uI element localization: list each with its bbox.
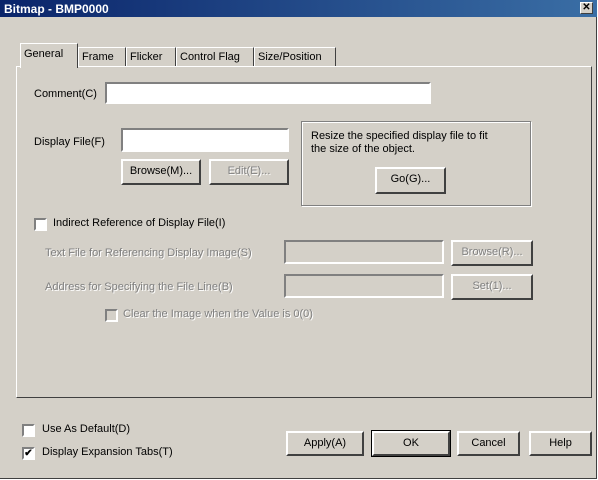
use-as-default-checkbox[interactable] [22, 424, 35, 437]
tab-size-position[interactable]: Size/Position [254, 47, 336, 67]
checkmark-icon: ✔ [24, 448, 33, 459]
general-tab-panel [16, 66, 592, 398]
close-button[interactable]: ✕ [580, 2, 593, 14]
display-expansion-tabs-label: Display Expansion Tabs(T) [42, 446, 173, 458]
tab-flicker[interactable]: Flicker [126, 47, 176, 67]
ok-button-label: OK [403, 437, 419, 449]
apply-button-label: Apply(A) [303, 437, 347, 449]
window-title: Bitmap - BMP0000 [4, 2, 109, 16]
tab-size-position-label: Size/Position [258, 51, 322, 63]
cancel-button-label: Cancel [471, 437, 506, 449]
ok-button[interactable]: OK [371, 430, 451, 457]
help-button[interactable]: Help [529, 431, 592, 456]
tab-control-flag-label: Control Flag [180, 51, 240, 63]
display-expansion-tabs-checkbox[interactable]: ✔ [22, 447, 35, 460]
tab-general[interactable]: General [20, 43, 78, 68]
bitmap-dialog: Bitmap - BMP0000 ✕ General Frame Flicker… [0, 0, 597, 479]
tab-flicker-label: Flicker [130, 51, 163, 63]
tab-frame-label: Frame [82, 51, 114, 63]
tab-general-label: General [24, 48, 64, 60]
tab-frame[interactable]: Frame [78, 47, 126, 67]
help-button-label: Help [549, 437, 572, 449]
use-as-default-label: Use As Default(D) [42, 423, 131, 435]
title-bar[interactable]: Bitmap - BMP0000 ✕ [0, 0, 597, 17]
apply-button[interactable]: Apply(A) [286, 431, 364, 456]
cancel-button[interactable]: Cancel [457, 431, 520, 456]
tab-control-flag[interactable]: Control Flag [176, 47, 254, 67]
close-icon: ✕ [582, 2, 591, 13]
